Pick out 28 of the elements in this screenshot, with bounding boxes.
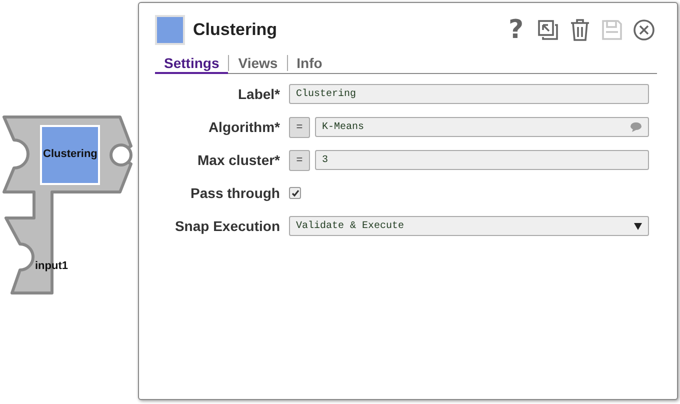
export-button[interactable]: [535, 17, 561, 43]
snap-label: Clustering: [43, 148, 98, 160]
snap-color-icon: [155, 15, 185, 45]
field-label: Label*: [236, 86, 280, 102]
dialog-title: Clustering: [193, 20, 278, 40]
tab[interactable]: Settings: [155, 53, 228, 74]
select-field[interactable]: Validate & Execute: [289, 216, 649, 236]
expression-toggle[interactable]: =: [289, 116, 310, 138]
text-field[interactable]: Clustering: [289, 84, 649, 104]
close-button[interactable]: [631, 17, 657, 43]
dropdown-arrow-icon: [634, 222, 642, 230]
tab[interactable]: Views: [229, 53, 287, 74]
close-icon: [633, 19, 655, 41]
help-button[interactable]: ?: [503, 17, 529, 43]
expression-toggle[interactable]: =: [289, 150, 310, 170]
text-field[interactable]: K-Means: [315, 117, 649, 137]
field-label: Max cluster*: [196, 152, 280, 168]
field-label: Snap Execution: [174, 218, 280, 234]
text-field[interactable]: 3: [315, 150, 649, 170]
tab[interactable]: Info: [288, 53, 332, 74]
input-label: input1: [35, 260, 68, 272]
checkbox[interactable]: [289, 187, 301, 199]
export-icon: [537, 19, 559, 41]
trash-icon: [570, 19, 590, 41]
snap-drawing[interactable]: [2, 115, 134, 297]
save-icon: [602, 20, 622, 40]
field-label: Pass through: [190, 185, 280, 201]
field-label: Algorithm*: [207, 119, 280, 135]
